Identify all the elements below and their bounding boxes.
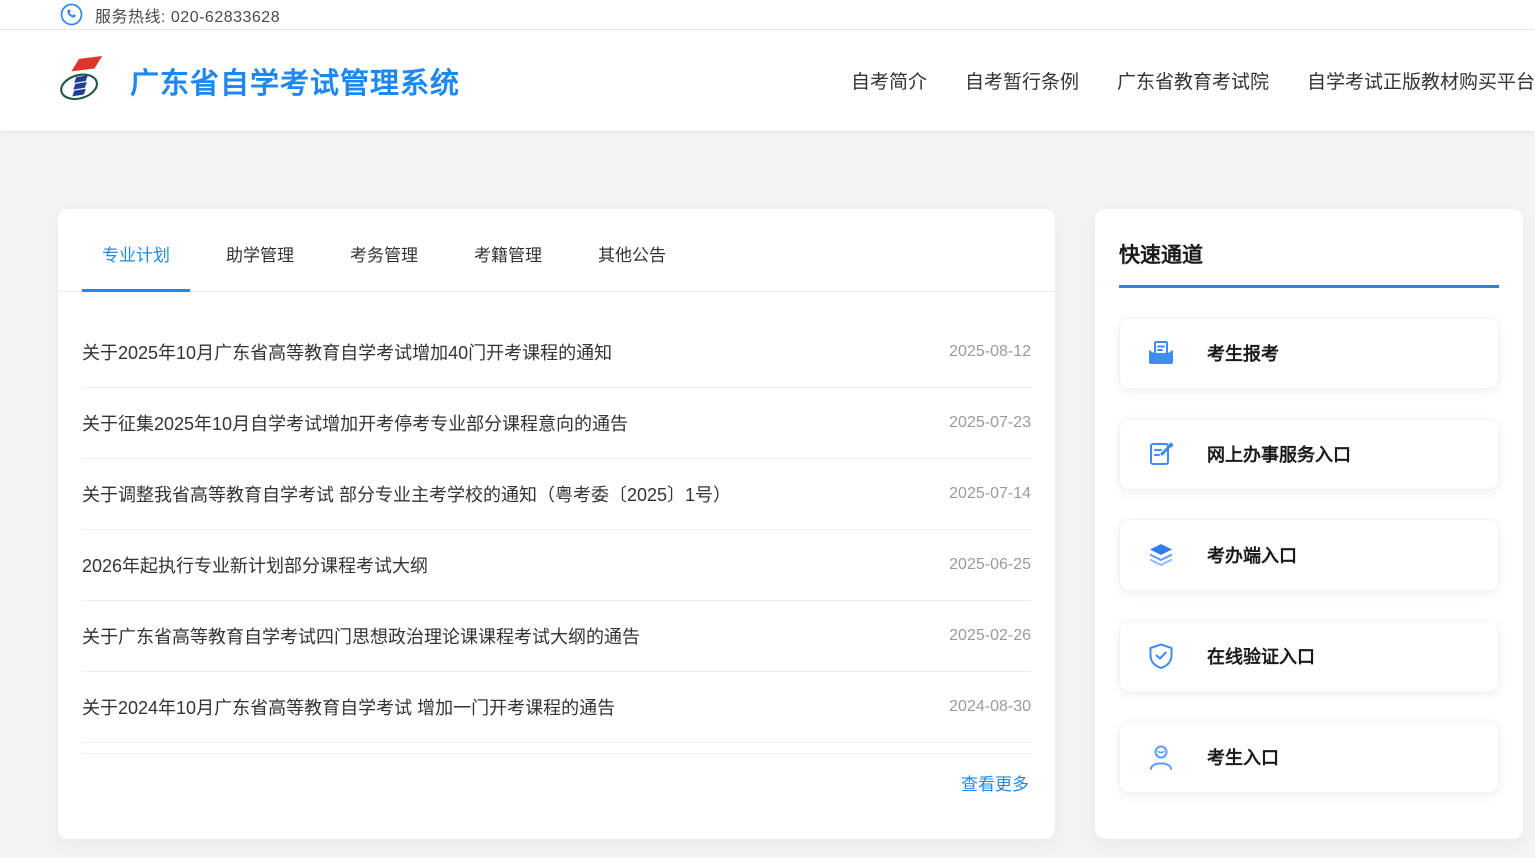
view-more-link[interactable]: 查看更多 bbox=[961, 775, 1029, 794]
news-title-link[interactable]: 2026年起执行专业新计划部分课程考试大纲 bbox=[82, 552, 428, 578]
layers-icon bbox=[1147, 541, 1175, 569]
main-content: 专业计划 助学管理 考务管理 考籍管理 其他公告 关于2025年10月广东省高等… bbox=[0, 131, 1535, 839]
news-item[interactable]: 2026年起执行专业新计划部分课程考试大纲 2025-06-25 bbox=[82, 530, 1031, 601]
tab-major-plans[interactable]: 专业计划 bbox=[82, 241, 190, 291]
tab-exam-affairs[interactable]: 考务管理 bbox=[330, 241, 438, 291]
quick-link-candidate-registration[interactable]: 考生报考 bbox=[1119, 317, 1499, 389]
notice-tabs: 专业计划 助学管理 考务管理 考籍管理 其他公告 bbox=[58, 209, 1055, 292]
quick-link-label: 考生报考 bbox=[1207, 340, 1279, 366]
news-date: 2025-02-26 bbox=[949, 627, 1031, 645]
quick-link-label: 网上办事服务入口 bbox=[1207, 441, 1351, 467]
quick-channel-title: 快速通道 bbox=[1119, 239, 1499, 269]
quick-link-label: 考生入口 bbox=[1207, 744, 1279, 770]
site-header: 广东省自学考试管理系统 自考简介 自考暂行条例 广东省教育考试院 自学考试正版教… bbox=[0, 30, 1535, 131]
news-date: 2025-07-23 bbox=[949, 414, 1031, 432]
quick-channel-panel: 快速通道 考生报考 bbox=[1095, 209, 1523, 839]
phone-icon bbox=[60, 3, 83, 26]
hotline-bar: 服务热线: 020-62833628 bbox=[0, 0, 1535, 30]
news-title-link[interactable]: 关于调整我省高等教育自学考试 部分专业主考学校的通知（粤考委〔2025〕1号） bbox=[82, 481, 731, 507]
news-item[interactable]: 关于2024年10月广东省高等教育自学考试 增加一门开考课程的通告 2024-0… bbox=[82, 672, 1031, 743]
news-date: 2025-06-25 bbox=[949, 556, 1031, 574]
nav-item-gd-education-exam-authority[interactable]: 广东省教育考试院 bbox=[1117, 67, 1269, 94]
shield-check-icon bbox=[1147, 642, 1175, 670]
news-title-link[interactable]: 关于2025年10月广东省高等教育自学考试增加40门开考课程的通知 bbox=[82, 339, 612, 365]
news-item[interactable]: 关于广东省高等教育自学考试四门思想政治理论课课程考试大纲的通告 2025-02-… bbox=[82, 601, 1031, 672]
quick-link-candidate-entry[interactable]: 考生入口 bbox=[1119, 721, 1499, 793]
quick-title-underline bbox=[1119, 285, 1499, 288]
tab-study-support[interactable]: 助学管理 bbox=[206, 241, 314, 291]
quick-link-label: 考办端入口 bbox=[1207, 542, 1297, 568]
user-icon bbox=[1147, 743, 1175, 771]
news-title-link[interactable]: 关于广东省高等教育自学考试四门思想政治理论课课程考试大纲的通告 bbox=[82, 623, 640, 649]
news-item[interactable]: 关于调整我省高等教育自学考试 部分专业主考学校的通知（粤考委〔2025〕1号） … bbox=[82, 459, 1031, 530]
quick-link-online-services-entry[interactable]: 网上办事服务入口 bbox=[1119, 418, 1499, 490]
page-title: 广东省自学考试管理系统 bbox=[130, 60, 460, 102]
quick-link-label: 在线验证入口 bbox=[1207, 643, 1315, 669]
news-title-link[interactable]: 关于2024年10月广东省高等教育自学考试 增加一门开考课程的通告 bbox=[82, 694, 615, 720]
inbox-icon bbox=[1147, 339, 1175, 367]
gd-selfstudy-exam-logo bbox=[58, 55, 104, 107]
brand[interactable]: 广东省自学考试管理系统 bbox=[58, 55, 460, 107]
header-nav: 自考简介 自考暂行条例 广东省教育考试院 自学考试正版教材购买平台 bbox=[851, 67, 1535, 94]
news-item[interactable]: 关于征集2025年10月自学考试增加开考停考专业部分课程意向的通告 2025-0… bbox=[82, 388, 1031, 459]
quick-link-exam-office-entry[interactable]: 考办端入口 bbox=[1119, 519, 1499, 591]
news-title-link[interactable]: 关于征集2025年10月自学考试增加开考停考专业部分课程意向的通告 bbox=[82, 410, 628, 436]
news-date: 2024-08-30 bbox=[949, 698, 1031, 716]
tab-other-notices[interactable]: 其他公告 bbox=[578, 241, 686, 291]
tab-exam-records[interactable]: 考籍管理 bbox=[454, 241, 562, 291]
nav-item-selfexam-intro[interactable]: 自考简介 bbox=[851, 67, 927, 94]
news-list: 关于2025年10月广东省高等教育自学考试增加40门开考课程的通知 2025-0… bbox=[58, 292, 1055, 743]
news-date: 2025-07-14 bbox=[949, 485, 1031, 503]
hotline-text: 服务热线: 020-62833628 bbox=[95, 3, 280, 27]
news-date: 2025-08-12 bbox=[949, 343, 1031, 361]
notice-panel-footer: 查看更多 bbox=[58, 754, 1055, 795]
nav-item-interim-regulations[interactable]: 自考暂行条例 bbox=[965, 67, 1079, 94]
notice-panel: 专业计划 助学管理 考务管理 考籍管理 其他公告 关于2025年10月广东省高等… bbox=[58, 209, 1055, 839]
nav-item-textbook-purchase-platform[interactable]: 自学考试正版教材购买平台 bbox=[1307, 67, 1535, 94]
document-edit-icon bbox=[1147, 440, 1175, 468]
quick-link-online-verification-entry[interactable]: 在线验证入口 bbox=[1119, 620, 1499, 692]
news-item[interactable]: 关于2025年10月广东省高等教育自学考试增加40门开考课程的通知 2025-0… bbox=[82, 317, 1031, 388]
